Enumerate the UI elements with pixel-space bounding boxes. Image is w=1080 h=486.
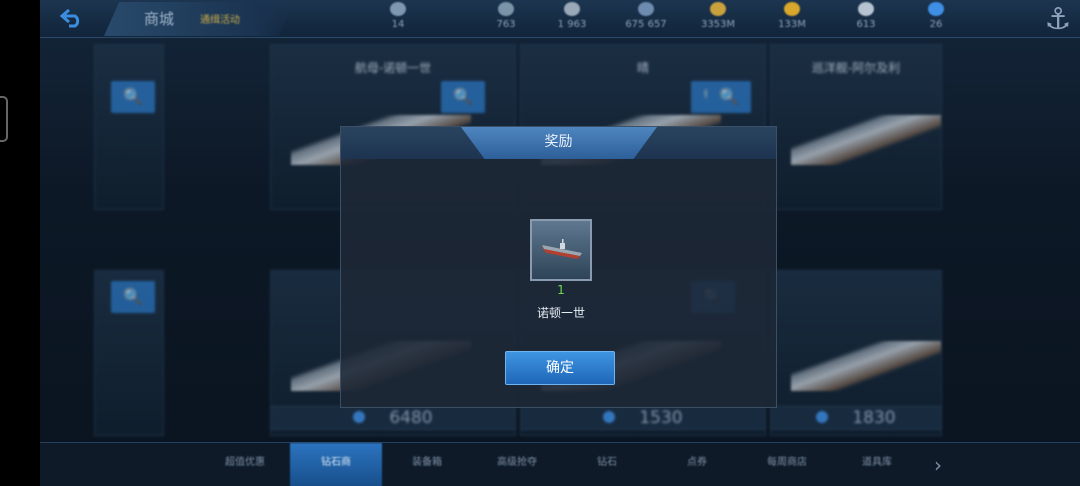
tab-plunder[interactable]: 高级抢夺 (472, 443, 562, 486)
shield-icon (564, 2, 580, 16)
price-bar[interactable]: 6480 (270, 406, 516, 430)
globe-icon (498, 2, 514, 16)
anchor-icon[interactable]: ⚓ (1038, 0, 1078, 40)
ship-name: 巡洋舰-阿尔及利 (811, 61, 901, 75)
page-title: 商城 (144, 10, 175, 28)
tab-coupon[interactable]: 点券 (652, 443, 742, 486)
gold-icon (710, 2, 726, 16)
device-bezel (0, 0, 40, 486)
aircraft-carrier-icon (542, 239, 582, 259)
medal-icon (390, 2, 406, 16)
reward-name: 诺顿一世 (536, 306, 585, 320)
resource-shield[interactable]: 1 963 (542, 0, 602, 36)
price-bar[interactable]: 1530 (520, 406, 766, 430)
reward-item-frame[interactable] (530, 219, 592, 281)
zoom-icon[interactable]: 🔍 (707, 81, 751, 113)
ship-image (791, 341, 941, 391)
tab-weekly-shop[interactable]: 每周商店 (742, 443, 832, 486)
star-icon (784, 2, 800, 16)
zoom-icon[interactable]: 🔍 (111, 81, 155, 113)
ship-name: 航母-诺顿一世 (354, 61, 432, 75)
tab-diamond[interactable]: 钻石 (562, 443, 652, 486)
confirm-button[interactable]: 确定 (505, 351, 615, 385)
gem-icon (816, 411, 829, 423)
zoom-icon[interactable]: 🔍 (441, 81, 485, 113)
resource-diamond[interactable]: 613 (836, 0, 896, 36)
device-side-button (0, 96, 8, 142)
tab-diamond-shop[interactable]: 钻石商 (290, 443, 382, 486)
gem-icon (928, 2, 944, 16)
resource-globe[interactable]: 763 (476, 0, 536, 36)
dialog-title: 奖励 (544, 134, 573, 150)
game-screen: 商城 通缉活动 14 763 1 963 675 657 3353M 133M (40, 0, 1080, 486)
tab-special-offer[interactable]: 超值优惠 (200, 443, 290, 486)
gem-icon (353, 411, 366, 423)
resource-medal[interactable]: 14 (368, 0, 428, 36)
gem-icon (603, 411, 616, 423)
ship-card[interactable]: 巡洋舰-阿尔及利 🔍 (707, 44, 942, 210)
back-arrow-icon (59, 8, 80, 28)
ship-card[interactable]: 🔍 (94, 270, 164, 436)
tab-equipment[interactable]: 装备箱 (382, 443, 472, 486)
resource-gear[interactable]: 675 657 (616, 0, 676, 36)
reward-count: 1 (557, 283, 565, 297)
resource-star[interactable]: 133M (762, 0, 822, 36)
back-button[interactable] (40, 0, 104, 36)
resource-gem[interactable]: 26 (906, 0, 966, 36)
chevron-right-icon[interactable]: › (934, 443, 954, 486)
tab-items[interactable]: 道具库 (832, 443, 922, 486)
reward-dialog: 奖励 1 诺顿一世 确定 (340, 126, 777, 408)
price-bar[interactable]: 1830 (770, 406, 942, 430)
ship-image (791, 115, 941, 165)
resource-gold[interactable]: 3353M (688, 0, 748, 36)
top-bar: 商城 通缉活动 14 763 1 963 675 657 3353M 133M (40, 0, 1080, 38)
ship-name: 晴 (636, 61, 649, 75)
zoom-icon[interactable]: 🔍 (111, 281, 155, 313)
title-tab-bg (104, 2, 294, 36)
bottom-tab-bar: 超值优惠 钻石商 装备箱 高级抢夺 钻石 点券 每周商店 道具库 › (40, 442, 1080, 486)
ship-card[interactable]: 🔍 (94, 44, 164, 210)
diamond-icon (858, 2, 874, 16)
gear-icon (638, 2, 654, 16)
page-subtitle: 通缉活动 (200, 15, 240, 26)
